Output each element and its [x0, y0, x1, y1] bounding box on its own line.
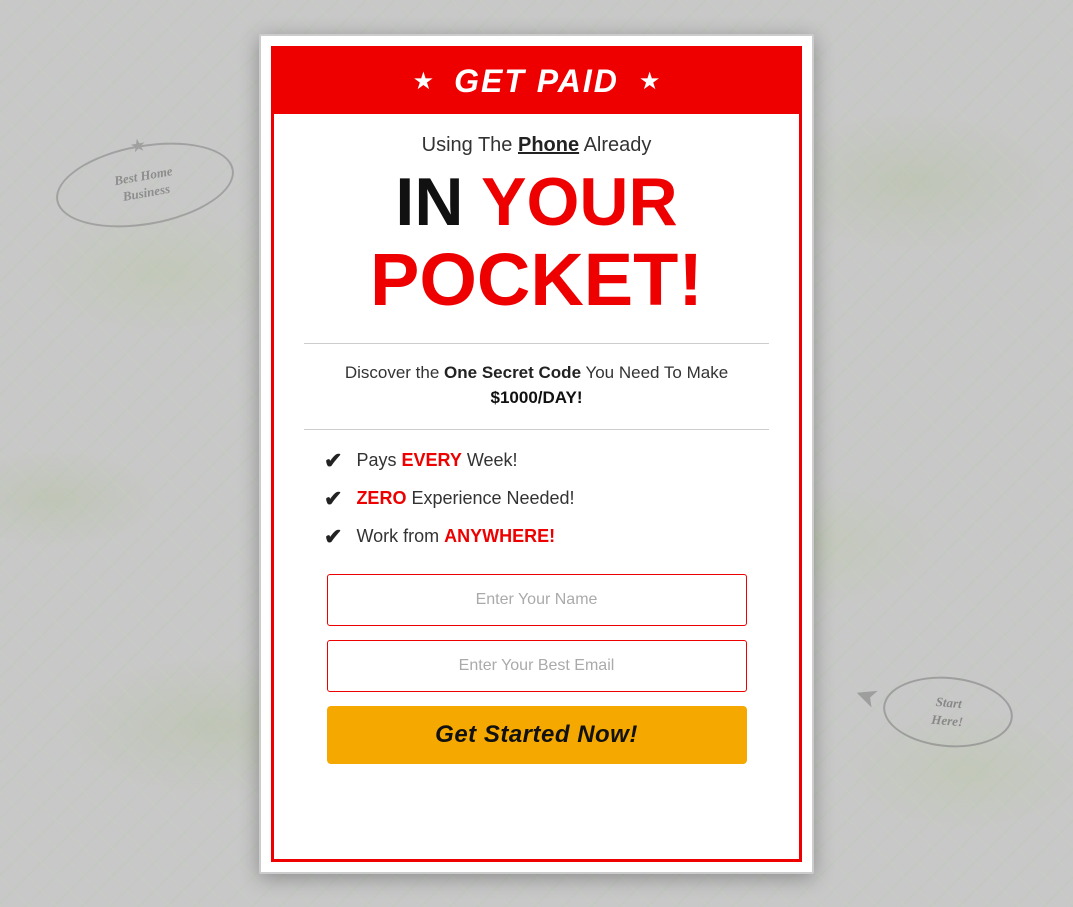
divider-1: [304, 343, 769, 344]
subtitle-phone: Phone: [518, 134, 579, 156]
subtitle-suffix: Already: [579, 134, 651, 156]
discover-amount: $1000/DAY!: [491, 388, 583, 407]
headline-your: YOUR: [463, 164, 677, 240]
checkmark-3-icon: ✔: [324, 524, 342, 550]
main-headline: IN YOUR POCKET!: [370, 165, 703, 321]
card-content: Using The Phone Already IN YOUR POCKET! …: [274, 114, 799, 859]
discover-bold: One Secret Code: [444, 363, 581, 382]
checklist: ✔ Pays EVERY Week! ✔ ZERO Experience Nee…: [304, 448, 769, 550]
check-text-1: Pays EVERY Week!: [356, 450, 517, 471]
card-inner: ★ GET PAID ★ Using The Phone Already IN …: [271, 46, 802, 862]
stamp-right-text: StartHere!: [931, 692, 966, 731]
discover-text: Discover the One Secret Code You Need To…: [304, 360, 769, 411]
discover-prefix: Discover the: [345, 363, 444, 382]
checkmark-1-icon: ✔: [324, 448, 342, 474]
discover-suffix: You Need To Make: [581, 363, 728, 382]
form-section: Get Started Now!: [304, 574, 769, 764]
headline-pocket: POCKET!: [370, 239, 703, 320]
checkmark-2-icon: ✔: [324, 486, 342, 512]
cta-button[interactable]: Get Started Now!: [327, 706, 747, 764]
main-card: ★ GET PAID ★ Using The Phone Already IN …: [259, 34, 814, 874]
check-text-2: ZERO Experience Needed!: [356, 488, 574, 509]
star-right-icon: ★: [639, 67, 661, 96]
star-left-icon: ★: [413, 67, 435, 96]
email-input[interactable]: [327, 640, 747, 692]
headline-in: IN: [395, 164, 463, 240]
check-highlight-3: ANYWHERE!: [444, 526, 555, 546]
stamp-left-text: Best HomeBusiness: [113, 163, 177, 206]
subtitle-text: Using The Phone Already: [422, 134, 652, 157]
check-item-2: ✔ ZERO Experience Needed!: [324, 486, 769, 512]
divider-2: [304, 429, 769, 430]
subtitle-prefix: Using The: [422, 134, 518, 156]
check-highlight-1: EVERY: [401, 450, 461, 470]
check-text-3: Work from ANYWHERE!: [356, 526, 555, 547]
header-title: GET PAID: [454, 63, 619, 100]
check-item-1: ✔ Pays EVERY Week!: [324, 448, 769, 474]
check-item-3: ✔ Work from ANYWHERE!: [324, 524, 769, 550]
name-input[interactable]: [327, 574, 747, 626]
card-header: ★ GET PAID ★: [274, 49, 799, 114]
check-highlight-2: ZERO: [356, 488, 406, 508]
